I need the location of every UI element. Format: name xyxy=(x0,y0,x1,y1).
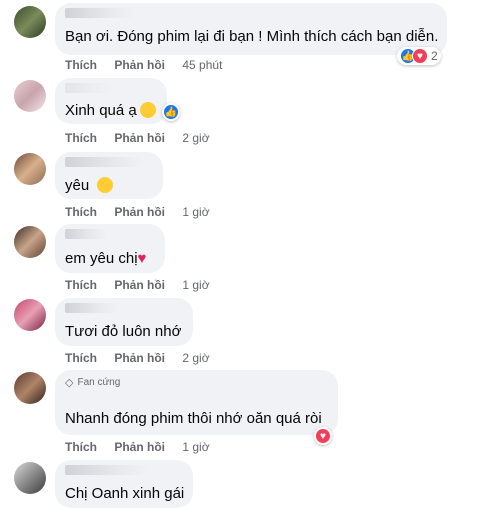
comment-actions: Thích Phản hồi 45 phút xyxy=(65,58,236,72)
author-name[interactable] xyxy=(65,465,149,475)
reaction-summary[interactable]: ♥ xyxy=(314,427,332,445)
fan-badge[interactable]: ◇ Fan cứng xyxy=(65,376,120,389)
comment-text: Xinh quá ạ xyxy=(65,102,137,119)
comment-actions: Thích Phản hồi 1 giờ xyxy=(65,440,224,454)
comment-bubble: Chị Oanh xinh gái xyxy=(55,460,193,508)
avatar[interactable] xyxy=(14,153,46,185)
reply-button[interactable]: Phản hồi xyxy=(114,440,165,454)
comment-text: Nhanh đóng phim thôi nhớ oăn quá ròi xyxy=(65,410,322,427)
avatar[interactable] xyxy=(14,226,46,258)
comment-bubble: Xinh quá ạ xyxy=(55,78,167,124)
avatar[interactable] xyxy=(14,80,46,112)
timestamp[interactable]: 1 giờ xyxy=(182,278,209,292)
comment-bubble: yêu xyxy=(55,152,163,199)
like-button[interactable]: Thích xyxy=(65,131,97,145)
comment-text: em yêu chị xyxy=(65,250,138,267)
author-name[interactable] xyxy=(65,83,115,93)
like-button[interactable]: Thích xyxy=(65,58,97,72)
love-icon: ♥ xyxy=(315,428,331,444)
comment-actions: Thích Phản hồi 1 giờ xyxy=(65,205,224,219)
reaction-summary[interactable]: 👍 ♥ 2 xyxy=(397,47,441,65)
kissing-emoji xyxy=(97,177,114,193)
like-button[interactable]: Thích xyxy=(65,440,97,454)
comment-actions: Thích Phản hồi 1 giờ xyxy=(65,278,224,292)
like-button[interactable]: Thích xyxy=(65,278,97,292)
avatar[interactable] xyxy=(14,462,46,494)
comment-bubble: em yêu chị♥ xyxy=(55,224,165,273)
author-name[interactable] xyxy=(65,229,107,239)
author-name[interactable] xyxy=(65,157,145,167)
comment-text: Tươi đỏ luôn nhớ xyxy=(65,323,182,340)
comment-text: Bạn ơi. Đóng phim lại đi bạn ! Mình thíc… xyxy=(65,28,439,45)
reply-button[interactable]: Phản hồi xyxy=(114,205,165,219)
comment-text-row: em yêu chị♥ xyxy=(65,249,146,268)
comment-text: Chị Oanh xinh gái xyxy=(65,485,185,502)
reply-button[interactable]: Phản hồi xyxy=(114,131,165,145)
author-name[interactable] xyxy=(65,303,117,313)
like-icon: 👍 xyxy=(163,104,179,120)
diamond-icon: ◇ xyxy=(65,377,74,389)
timestamp[interactable]: 1 giờ xyxy=(182,440,209,454)
timestamp[interactable]: 45 phút xyxy=(182,58,222,72)
reply-button[interactable]: Phản hồi xyxy=(114,278,165,292)
avatar[interactable] xyxy=(14,372,46,404)
timestamp[interactable]: 2 giờ xyxy=(182,131,209,145)
timestamp[interactable]: 1 giờ xyxy=(182,205,209,219)
badge-label: Fan cứng xyxy=(77,377,121,388)
like-button[interactable]: Thích xyxy=(65,351,97,365)
love-icon: ♥ xyxy=(412,48,428,64)
reply-button[interactable]: Phản hồi xyxy=(114,351,165,365)
comment-text-row: Xinh quá ạ xyxy=(65,101,156,120)
avatar[interactable] xyxy=(14,299,46,331)
author-name[interactable] xyxy=(65,8,135,18)
comment-bubble: Tươi đỏ luôn nhớ xyxy=(55,298,193,346)
comment-bubble: Bạn ơi. Đóng phim lại đi bạn ! Mình thíc… xyxy=(55,3,447,55)
timestamp[interactable]: 2 giờ xyxy=(182,351,209,365)
heart-emoji: ♥ xyxy=(137,250,147,267)
avatar[interactable] xyxy=(14,6,46,38)
reaction-summary[interactable]: 👍 xyxy=(162,103,180,121)
comment-text: yêu xyxy=(65,177,90,194)
like-button[interactable]: Thích xyxy=(65,205,97,219)
comment-actions: Thích Phản hồi 2 giờ xyxy=(65,351,224,365)
reaction-count: 2 xyxy=(431,49,438,63)
comment-actions: Thích Phản hồi 2 giờ xyxy=(65,131,224,145)
comment-text-row: yêu xyxy=(65,176,114,195)
comment-bubble: ◇ Fan cứng Nhanh đóng phim thôi nhớ oăn … xyxy=(55,370,338,435)
heart-eyes-emoji xyxy=(139,102,156,118)
reply-button[interactable]: Phản hồi xyxy=(114,58,165,72)
